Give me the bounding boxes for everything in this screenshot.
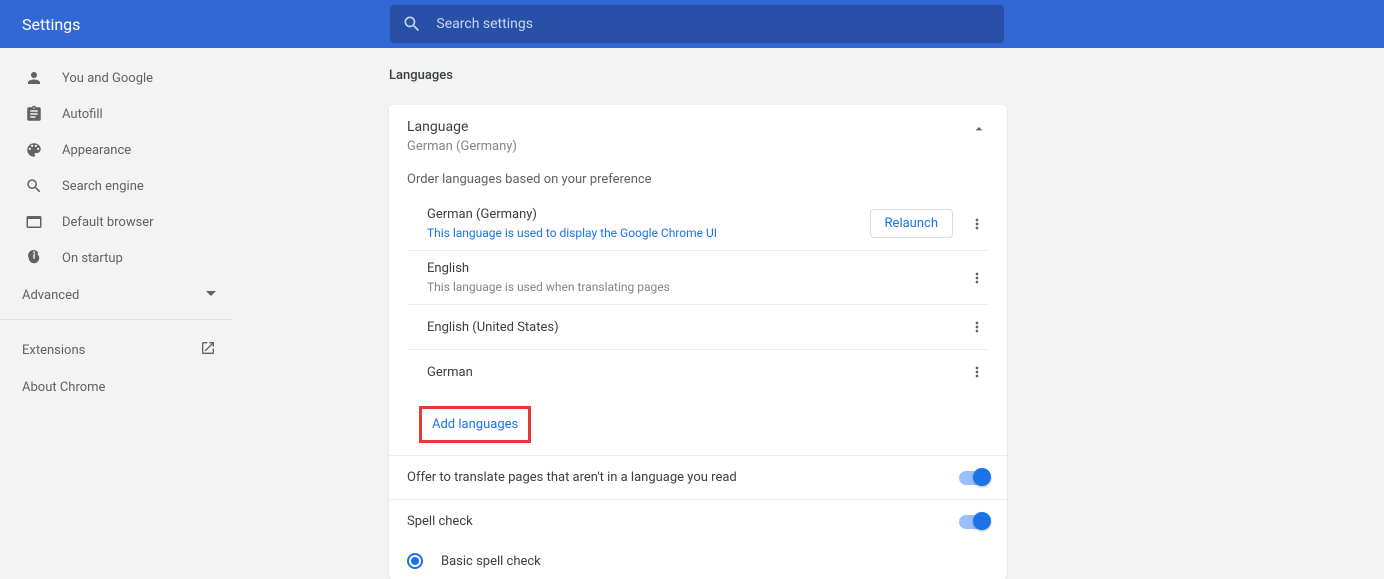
basic-spell-check-label: Basic spell check	[441, 554, 541, 569]
sidebar-divider	[0, 319, 232, 320]
sidebar-item-you-and-google[interactable]: You and Google	[0, 60, 232, 96]
language-note: This language is used when translating p…	[427, 280, 670, 294]
language-header-row[interactable]: Language German (Germany)	[389, 105, 1007, 166]
open-external-icon	[200, 340, 216, 360]
spell-check-toggle[interactable]	[959, 515, 989, 529]
sidebar-item-label: Default browser	[62, 215, 154, 230]
clipboard-icon	[24, 104, 44, 124]
search-container[interactable]	[390, 5, 1004, 43]
spell-check-row: Spell check	[389, 499, 1007, 543]
sidebar-item-on-startup[interactable]: On startup	[0, 240, 232, 276]
sidebar-item-label: You and Google	[62, 71, 153, 86]
sidebar: You and Google Autofill Appearance Searc…	[0, 48, 232, 579]
sidebar-item-label: Search engine	[62, 179, 144, 194]
about-label: About Chrome	[22, 380, 105, 395]
language-header-subtitle: German (Germany)	[407, 139, 517, 154]
offer-translate-label: Offer to translate pages that aren't in …	[407, 470, 737, 485]
power-icon	[24, 248, 44, 268]
magnify-icon	[24, 176, 44, 196]
sidebar-item-extensions[interactable]: Extensions	[0, 330, 232, 370]
app-title: Settings	[22, 15, 80, 34]
section-title: Languages	[389, 68, 1384, 83]
sidebar-item-label: On startup	[62, 251, 123, 266]
app-header: Settings	[0, 0, 1384, 48]
sidebar-item-search-engine[interactable]: Search engine	[0, 168, 232, 204]
extensions-label: Extensions	[22, 343, 85, 358]
more-options-button[interactable]	[965, 266, 989, 290]
language-name: German	[427, 365, 473, 380]
sidebar-item-appearance[interactable]: Appearance	[0, 132, 232, 168]
more-options-button[interactable]	[965, 315, 989, 339]
main-content: Languages Language German (Germany) Orde…	[232, 48, 1384, 579]
search-icon	[402, 14, 422, 34]
palette-icon	[24, 140, 44, 160]
sidebar-item-default-browser[interactable]: Default browser	[0, 204, 232, 240]
more-options-button[interactable]	[965, 360, 989, 384]
language-header-title: Language	[407, 119, 517, 135]
language-name: German (Germany)	[427, 207, 717, 222]
spell-check-label: Spell check	[407, 514, 473, 529]
sidebar-item-label: Autofill	[62, 107, 103, 122]
language-note: This language is used to display the Goo…	[427, 226, 717, 240]
browser-icon	[24, 212, 44, 232]
caret-down-icon	[206, 288, 216, 303]
language-row: English (United States)	[407, 305, 989, 350]
language-row: German (Germany) This language is used t…	[407, 197, 989, 251]
sidebar-item-about[interactable]: About Chrome	[0, 370, 232, 405]
sidebar-item-autofill[interactable]: Autofill	[0, 96, 232, 132]
sidebar-advanced-toggle[interactable]: Advanced	[0, 276, 232, 315]
language-name: English (United States)	[427, 320, 559, 335]
advanced-label: Advanced	[22, 288, 79, 303]
language-row: English This language is used when trans…	[407, 251, 989, 305]
sidebar-item-label: Appearance	[62, 143, 131, 158]
languages-card: Language German (Germany) Order language…	[389, 105, 1007, 579]
language-row: German	[407, 350, 989, 394]
add-languages-button[interactable]: Add languages	[419, 406, 531, 443]
chevron-up-icon	[969, 119, 989, 139]
basic-spell-check-row[interactable]: Basic spell check	[389, 543, 1007, 569]
offer-translate-row: Offer to translate pages that aren't in …	[389, 455, 1007, 499]
more-options-button[interactable]	[965, 212, 989, 236]
search-input[interactable]	[436, 16, 992, 32]
person-icon	[24, 68, 44, 88]
language-list: German (Germany) This language is used t…	[389, 197, 1007, 394]
order-preference-text: Order languages based on your preference	[389, 166, 1007, 197]
offer-translate-toggle[interactable]	[959, 471, 989, 485]
language-name: English	[427, 261, 670, 276]
radio-selected-icon[interactable]	[407, 553, 423, 569]
relaunch-button[interactable]: Relaunch	[870, 209, 953, 238]
